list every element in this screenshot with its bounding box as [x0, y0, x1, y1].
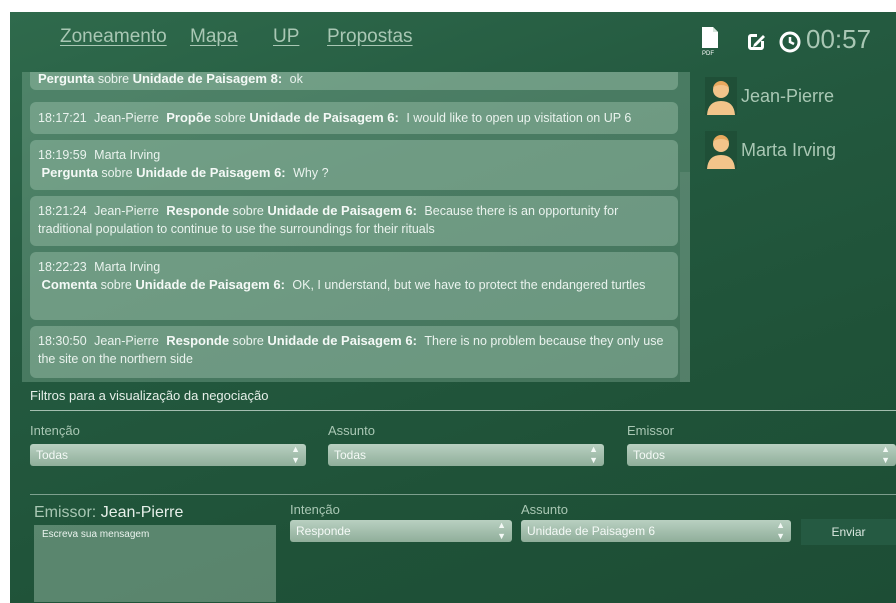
participant-name: Jean-Pierre	[741, 85, 835, 106]
filter-assunto-select[interactable]: Todas ▲ ▼	[328, 444, 604, 466]
emitter-name: Jean-Pierre	[100, 504, 184, 521]
filter-assunto-label: Assunto	[328, 423, 375, 438]
avatar-icon	[705, 131, 737, 169]
filter-emissor-select[interactable]: Todos ▲ ▼	[627, 444, 896, 466]
chat-message: 18:19:59 Marta Irving Pergunta sobre Uni…	[30, 140, 678, 190]
select-arrows-icon: ▲ ▼	[291, 444, 300, 465]
top-nav: Zoneamento Mapa UP Propostas PDF 00:57	[10, 12, 896, 72]
avatar-icon	[705, 77, 737, 115]
message-subject: Unidade de Paisagem 6:	[135, 277, 285, 292]
participant-name: Marta Irving	[741, 139, 837, 160]
filter-emissor-value: Todos	[633, 448, 666, 462]
message-text: OK, I understand, but we have to protect…	[292, 278, 646, 292]
filter-emissor-label: Emissor	[627, 423, 674, 438]
message-subject: Unidade de Paisagem 6:	[136, 165, 286, 180]
filter-intencao-label: Intenção	[30, 423, 80, 438]
session-timer: 00:57	[806, 24, 872, 54]
message-time: 18:17:21	[38, 111, 87, 125]
filter-intencao-select[interactable]: Todas ▲ ▼	[30, 444, 306, 466]
message-author: Marta Irving	[94, 148, 161, 162]
message-subject: Unidade de Paisagem 6:	[267, 203, 417, 218]
nav-up[interactable]: UP	[273, 26, 299, 48]
message-action: Responde	[166, 333, 230, 348]
message-about: sobre	[101, 166, 133, 180]
message-subject: Unidade de Paisagem 6:	[267, 333, 417, 348]
compose-intencao-label: Intenção	[290, 502, 340, 517]
chat-message: 18:17:21 Jean-Pierre Propõe sobre Unidad…	[30, 102, 678, 134]
participant-item[interactable]: Marta Irving	[705, 130, 836, 170]
select-arrows-icon: ▲ ▼	[589, 444, 598, 465]
filter-assunto-value: Todas	[334, 448, 367, 462]
message-author: Marta Irving	[94, 260, 161, 274]
compose-assunto-label: Assunto	[521, 502, 568, 517]
filters-title: Filtros para a visualização da negociaçã…	[30, 388, 269, 403]
filters-divider	[30, 410, 896, 411]
message-text: ok	[289, 72, 303, 86]
message-input[interactable]: Escreva sua mensagem	[34, 525, 276, 602]
chat-panel[interactable]: Pergunta sobre Unidade de Paisagem 8: ok…	[22, 72, 690, 382]
clock-icon	[779, 31, 801, 53]
chat-message: 18:22:23 Marta Irving Comenta sobre Unid…	[30, 252, 678, 320]
message-action: Propõe	[166, 110, 212, 125]
message-action: Pergunta	[38, 72, 95, 86]
nav-propostas[interactable]: Propostas	[327, 26, 413, 48]
chat-message: 18:21:24 Jean-Pierre Responde sobre Unid…	[30, 196, 678, 246]
pdf-icon[interactable]: PDF	[700, 26, 720, 56]
participant-item[interactable]: Jean-Pierre	[705, 76, 834, 116]
compose-emitter: Emissor: Jean-Pierre	[34, 504, 183, 522]
message-placeholder: Escreva sua mensagem	[42, 529, 150, 540]
select-arrows-icon: ▲ ▼	[776, 520, 785, 541]
compose-intencao-select[interactable]: Responde ▲ ▼	[290, 520, 512, 542]
compose-divider	[30, 494, 896, 495]
message-about: sobre	[100, 278, 132, 292]
message-time: 18:30:50	[38, 334, 87, 348]
chat-message: 18:30:50 Jean-Pierre Responde sobre Unid…	[30, 326, 678, 378]
emitter-label: Emissor:	[34, 504, 97, 521]
message-about: sobre	[214, 111, 246, 125]
chat-scrollbar[interactable]	[680, 172, 690, 382]
nav-zoneamento[interactable]: Zoneamento	[60, 26, 167, 48]
message-time: 18:22:23	[38, 260, 87, 274]
compose-intencao-value: Responde	[296, 524, 351, 538]
message-author: Jean-Pierre	[94, 204, 159, 218]
message-time: 18:19:59	[38, 148, 87, 162]
message-action: Responde	[166, 203, 230, 218]
select-arrows-icon: ▲ ▼	[881, 444, 890, 465]
compose-assunto-select[interactable]: Unidade de Paisagem 6 ▲ ▼	[521, 520, 791, 542]
chat-message: Pergunta sobre Unidade de Paisagem 8: ok	[30, 72, 678, 90]
select-arrows-icon: ▲ ▼	[497, 520, 506, 541]
message-text: Why ?	[293, 166, 329, 180]
compose-assunto-value: Unidade de Paisagem 6	[527, 524, 656, 538]
message-text: I would like to open up visitation on UP…	[406, 111, 632, 125]
message-action: Comenta	[41, 277, 98, 292]
svg-text:PDF: PDF	[702, 51, 714, 56]
message-about: sobre	[232, 334, 264, 348]
message-author: Jean-Pierre	[94, 334, 159, 348]
message-action: Pergunta	[41, 165, 98, 180]
message-author: Jean-Pierre	[94, 111, 159, 125]
send-button[interactable]: Enviar	[801, 519, 896, 545]
message-about: sobre	[97, 72, 130, 86]
message-subject: Unidade de Paisagem 8:	[132, 72, 283, 86]
message-about: sobre	[232, 204, 264, 218]
edit-icon[interactable]	[744, 30, 768, 54]
nav-mapa[interactable]: Mapa	[190, 26, 238, 48]
filter-intencao-value: Todas	[36, 448, 69, 462]
message-subject: Unidade de Paisagem 6:	[249, 110, 399, 125]
message-time: 18:21:24	[38, 204, 87, 218]
app-window: Zoneamento Mapa UP Propostas PDF 00:57 P…	[10, 12, 896, 603]
